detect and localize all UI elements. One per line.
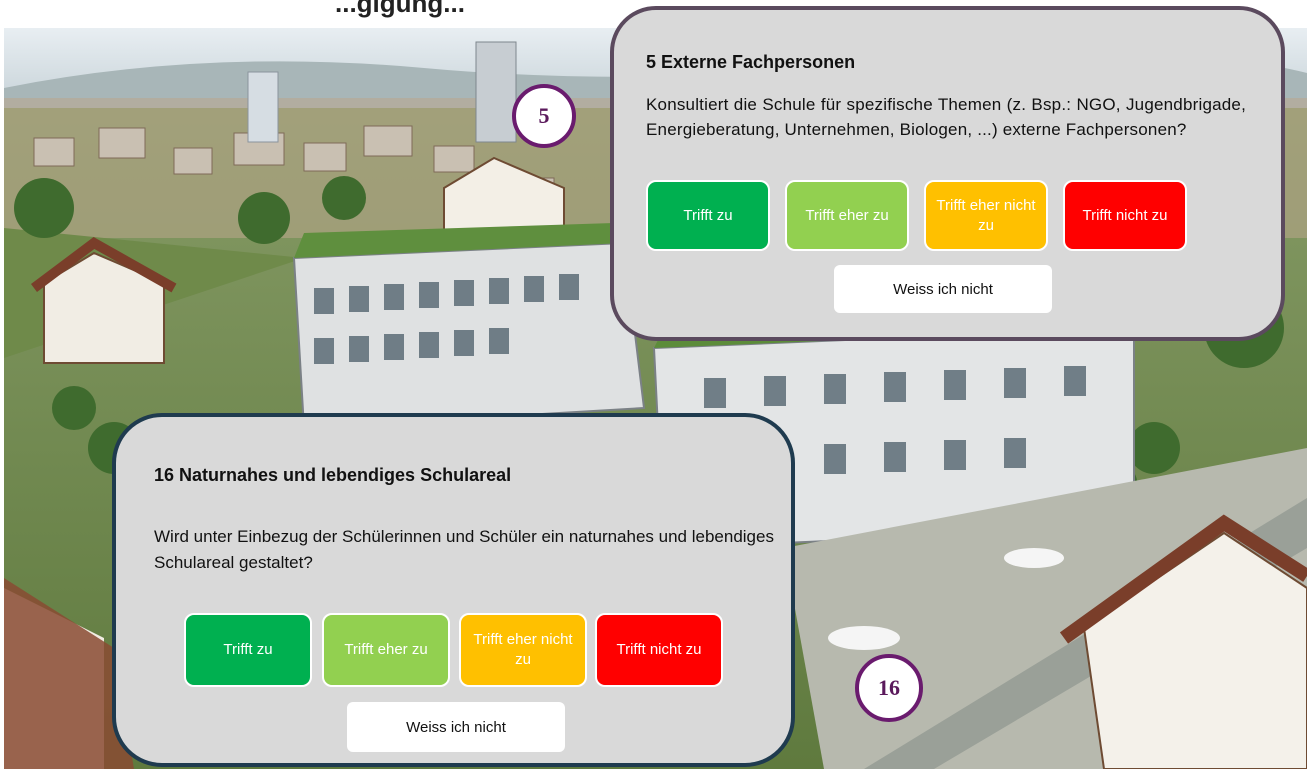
question-5-panel: 5 Externe Fachpersonen Konsultiert die S… <box>610 6 1285 341</box>
answer-label: Trifft nicht zu <box>1082 206 1168 224</box>
answer-label: Trifft eher nicht zu <box>936 196 1036 234</box>
question-5-text: Konsultiert die Schule für spezifische T… <box>646 95 1246 139</box>
answer-weiss-ich-nicht-button[interactable]: Weiss ich nicht <box>347 702 565 752</box>
answer-trifft-eher-zu-button[interactable]: Trifft eher zu <box>322 613 450 687</box>
answer-weiss-ich-nicht-button[interactable]: Weiss ich nicht <box>834 265 1052 313</box>
marker-16: 16 <box>855 654 923 722</box>
marker-16-number: 16 <box>878 675 900 700</box>
answer-trifft-eher-zu-button[interactable]: Trifft eher zu <box>785 180 909 251</box>
marker-5: 5 <box>512 84 576 148</box>
question-16-text: Wird unter Einbezug der Schülerinnen und… <box>154 527 774 572</box>
answer-trifft-nicht-zu-button[interactable]: Trifft nicht zu <box>1063 180 1187 251</box>
answer-trifft-zu-button[interactable]: Trifft zu <box>184 613 312 687</box>
answer-label: Trifft nicht zu <box>616 641 702 658</box>
question-16-panel: 16 Naturnahes und lebendiges Schulareal … <box>112 413 795 767</box>
question-5-title: 5 Externe Fachpersonen <box>646 52 856 72</box>
answer-label: Weiss ich nicht <box>893 280 993 298</box>
answer-label: Trifft eher zu <box>344 641 428 658</box>
answer-label: Trifft zu <box>683 206 733 224</box>
question-16-title: 16 Naturnahes und lebendiges Schulareal <box>154 465 512 485</box>
top-banner-text: ...gigung... <box>335 0 465 18</box>
answer-trifft-nicht-zu-button[interactable]: Trifft nicht zu <box>595 613 723 687</box>
answer-label: Trifft zu <box>223 641 273 658</box>
answer-trifft-eher-nicht-zu-button[interactable]: Trifft eher nicht zu <box>924 180 1048 251</box>
answer-trifft-zu-button[interactable]: Trifft zu <box>646 180 770 251</box>
answer-trifft-eher-nicht-zu-button[interactable]: Trifft eher nicht zu <box>459 613 587 687</box>
marker-5-number: 5 <box>538 103 550 128</box>
answer-label: Weiss ich nicht <box>406 718 506 736</box>
answer-label: Trifft eher nicht zu <box>473 631 573 668</box>
answer-label: Trifft eher zu <box>805 206 889 224</box>
